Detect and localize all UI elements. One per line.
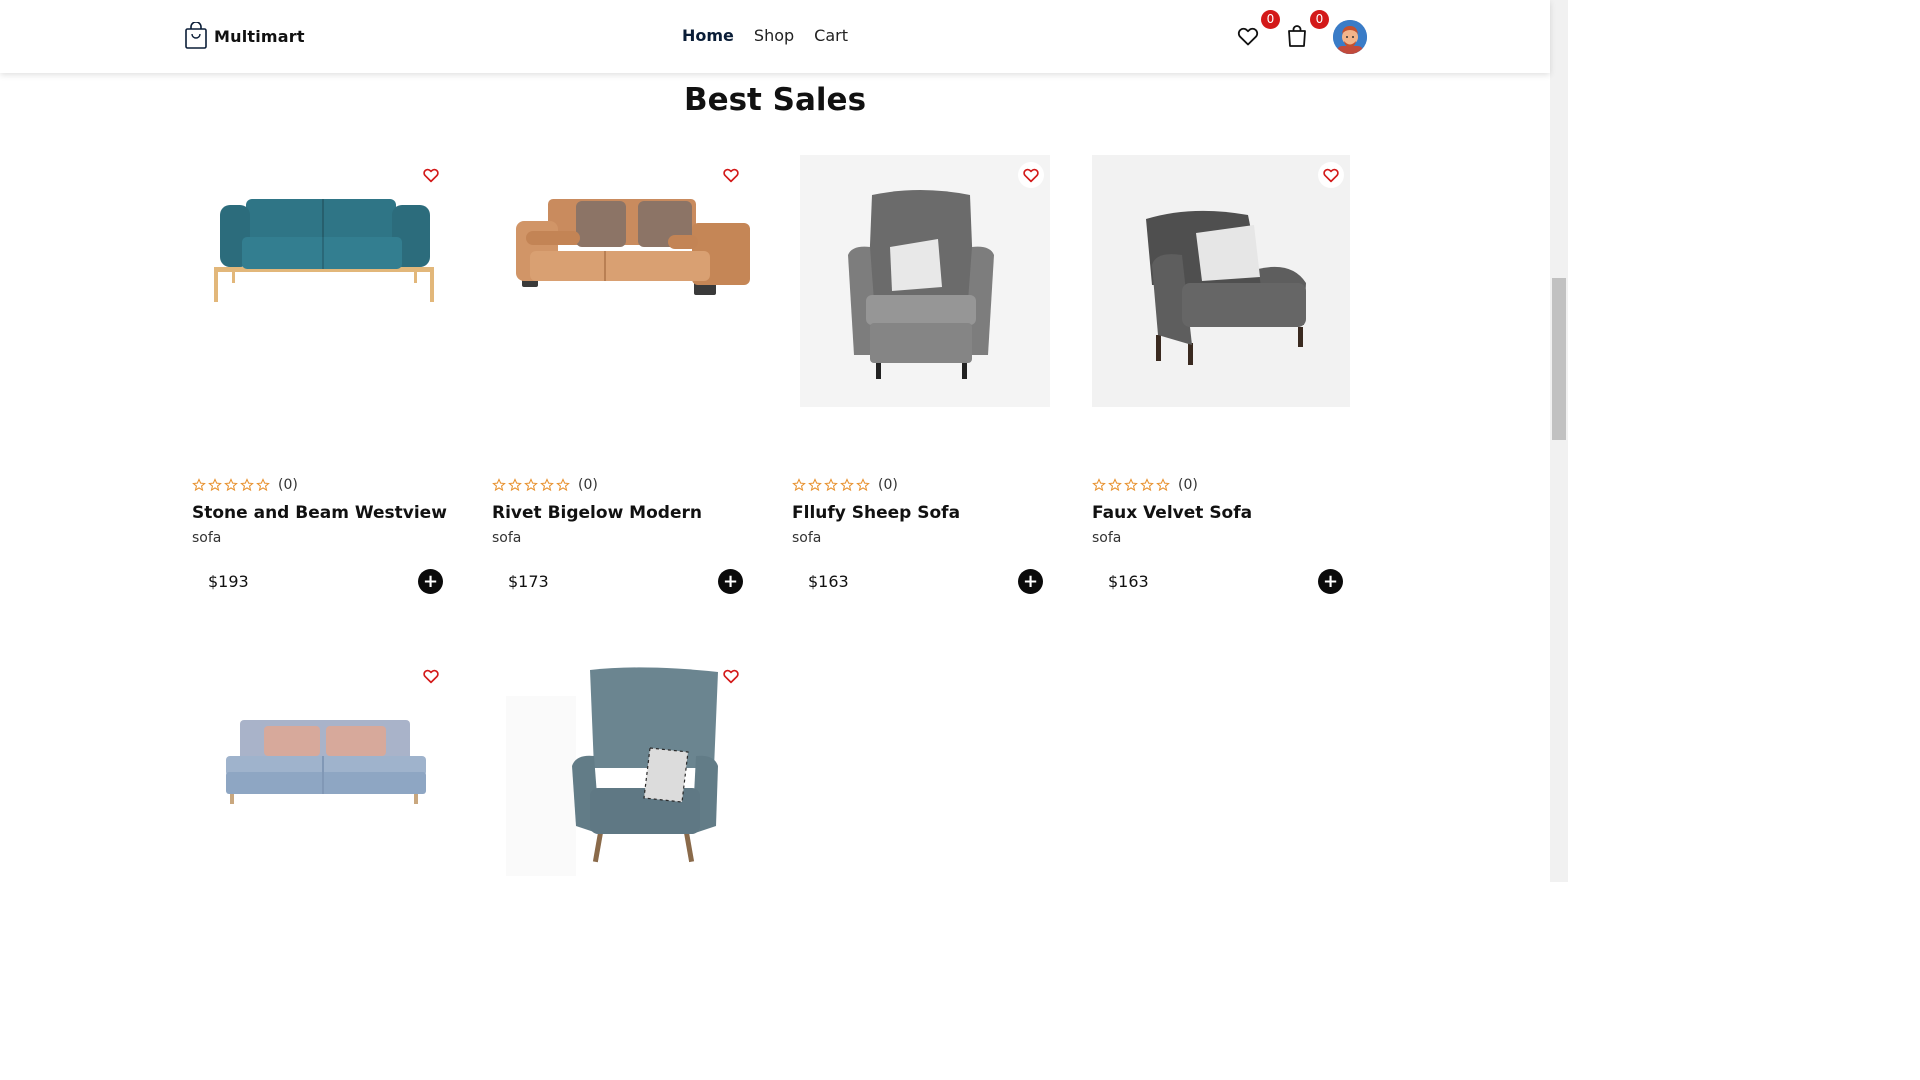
rating-stars: (0) [1092, 477, 1198, 493]
star-outline-icon [1140, 478, 1154, 492]
heart-outline-icon [723, 669, 739, 684]
star-outline-icon [1124, 478, 1138, 492]
rating-stars: (0) [192, 477, 298, 493]
star-outline-icon [556, 478, 570, 492]
product-image-pastel-blue-sofa[interactable] [192, 656, 450, 882]
product-price: $163 [808, 572, 849, 591]
product-card[interactable]: (0) Rivet Bigelow Modern sofa $173 + [492, 155, 750, 595]
add-to-wishlist-button[interactable] [418, 162, 444, 188]
plus-icon: + [1322, 570, 1339, 592]
product-image-grey-wingback-chair[interactable] [792, 155, 1050, 445]
shopping-bag-icon [185, 22, 207, 49]
product-card[interactable]: (0) Fllufy Sheep Sofa sofa $163 + [792, 155, 1050, 595]
star-outline-icon [1092, 478, 1106, 492]
product-name[interactable]: Faux Velvet Sofa [1092, 503, 1252, 523]
rating-count: (0) [278, 477, 298, 493]
star-outline-icon [492, 478, 506, 492]
scrollbar-thumb[interactable] [1552, 278, 1566, 440]
product-price: $193 [208, 572, 249, 591]
main-nav: Home Shop Cart [682, 26, 848, 45]
nav-cart[interactable]: Cart [814, 26, 848, 45]
product-image-tan-leather-sofa[interactable] [492, 155, 750, 445]
rating-stars: (0) [792, 477, 898, 493]
star-outline-icon [256, 478, 270, 492]
plus-icon: + [422, 570, 439, 592]
star-outline-icon [208, 478, 222, 492]
add-to-wishlist-button[interactable] [718, 162, 744, 188]
heart-outline-icon [423, 168, 439, 183]
product-category: sofa [492, 530, 522, 546]
plus-icon: + [722, 570, 739, 592]
nav-shop[interactable]: Shop [754, 26, 794, 45]
cart-button[interactable]: 0 [1285, 10, 1329, 50]
product-image-dark-grey-armchair[interactable] [1092, 155, 1350, 445]
product-card[interactable]: (0) Stone and Beam Westview sofa $193 + [192, 155, 450, 595]
rating-count: (0) [1178, 477, 1198, 493]
heart-outline-icon [1023, 168, 1039, 183]
product-category: sofa [192, 530, 222, 546]
shopping-bag-icon [1288, 25, 1306, 47]
rating-stars: (0) [492, 477, 598, 493]
product-card[interactable]: (0) Faux Velvet Sofa sofa $163 + [1092, 155, 1350, 595]
site-header: Multimart Home Shop Cart 0 0 [0, 0, 1550, 73]
product-image-blue-highback-chair[interactable] [492, 656, 750, 882]
product-category: sofa [1092, 530, 1122, 546]
user-avatar[interactable] [1333, 20, 1367, 54]
star-outline-icon [824, 478, 838, 492]
add-to-wishlist-button[interactable] [418, 663, 444, 689]
star-outline-icon [508, 478, 522, 492]
product-name[interactable]: Rivet Bigelow Modern [492, 503, 702, 523]
star-outline-icon [192, 478, 206, 492]
star-outline-icon [524, 478, 538, 492]
star-outline-icon [1108, 478, 1122, 492]
heart-outline-icon [1323, 168, 1339, 183]
heart-outline-icon [423, 669, 439, 684]
product-name[interactable]: Fllufy Sheep Sofa [792, 503, 960, 523]
product-image-teal-sofa[interactable] [192, 155, 450, 445]
star-outline-icon [540, 478, 554, 492]
add-to-wishlist-button[interactable] [1018, 162, 1044, 188]
heart-outline-icon [723, 168, 739, 183]
avatar-image [1333, 20, 1367, 54]
star-outline-icon [1156, 478, 1170, 492]
page-scrollbar[interactable] [1550, 0, 1568, 882]
plus-icon: + [1022, 570, 1039, 592]
product-card[interactable] [192, 656, 450, 882]
product-price: $173 [508, 572, 549, 591]
product-card[interactable] [492, 656, 750, 882]
star-outline-icon [224, 478, 238, 492]
brand-name: Multimart [214, 26, 305, 46]
add-to-wishlist-button[interactable] [1318, 162, 1344, 188]
brand-logo[interactable]: Multimart [184, 22, 305, 50]
product-price: $163 [1108, 572, 1149, 591]
cart-count-badge: 0 [1310, 10, 1329, 29]
star-outline-icon [840, 478, 854, 492]
add-to-wishlist-button[interactable] [718, 663, 744, 689]
section-title: Best Sales [683, 82, 867, 118]
star-outline-icon [808, 478, 822, 492]
wishlist-count-badge: 0 [1261, 10, 1280, 29]
rating-count: (0) [878, 477, 898, 493]
product-name[interactable]: Stone and Beam Westview [192, 503, 447, 523]
star-outline-icon [792, 478, 806, 492]
product-category: sofa [792, 530, 822, 546]
add-to-cart-button[interactable]: + [718, 569, 743, 594]
star-outline-icon [856, 478, 870, 492]
add-to-cart-button[interactable]: + [1018, 569, 1043, 594]
heart-outline-icon [1237, 27, 1259, 46]
nav-home[interactable]: Home [682, 26, 734, 45]
add-to-cart-button[interactable]: + [1318, 569, 1343, 594]
add-to-cart-button[interactable]: + [418, 569, 443, 594]
rating-count: (0) [578, 477, 598, 493]
wishlist-button[interactable]: 0 [1236, 10, 1280, 50]
star-outline-icon [240, 478, 254, 492]
